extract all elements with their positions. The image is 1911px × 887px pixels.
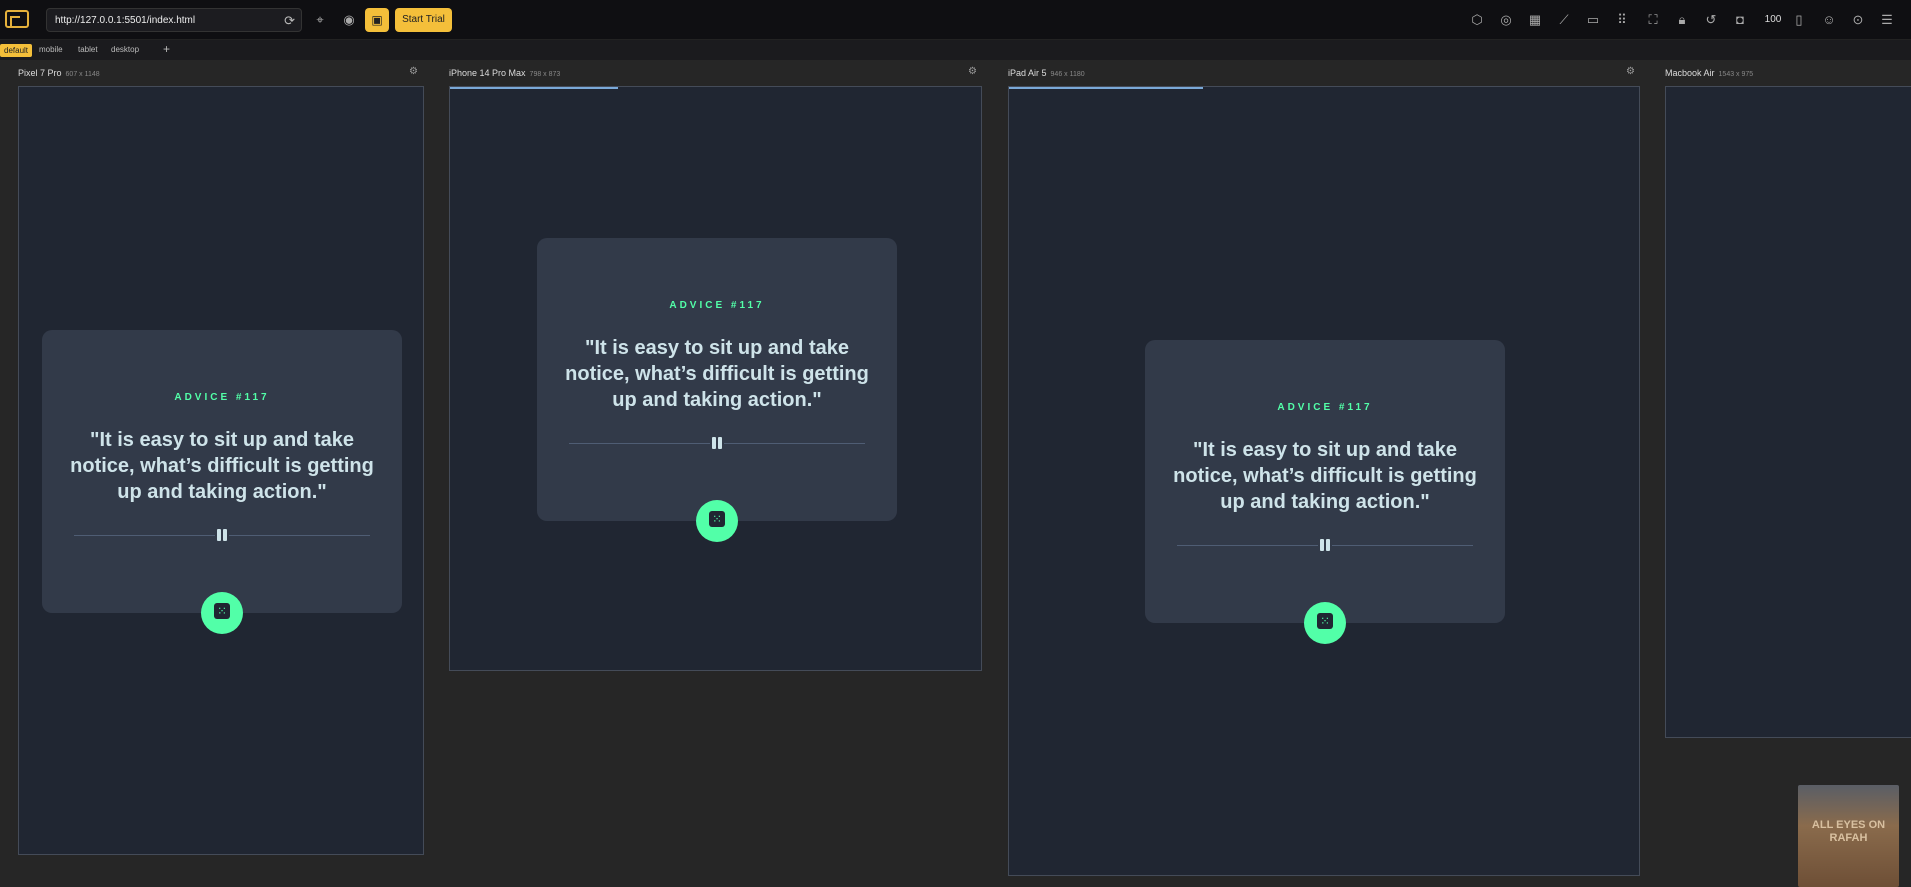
ruler-icon[interactable]: ⟋ bbox=[1556, 12, 1572, 28]
device-title: Macbook Air 1543 x 975 bbox=[1665, 68, 1753, 78]
device-mode-icon[interactable]: ▣ bbox=[365, 8, 389, 32]
gear-icon[interactable]: ⚙ bbox=[1626, 66, 1635, 77]
inspect-icon[interactable]: ⌖ bbox=[312, 12, 328, 28]
device-dims: 946 x 1180 bbox=[1050, 71, 1085, 78]
device-title: Pixel 7 Pro 607 x 1148 bbox=[18, 68, 100, 78]
menu-icon[interactable]: ☰ bbox=[1879, 12, 1895, 28]
gear-icon[interactable]: ⚙ bbox=[968, 66, 977, 77]
microphone-icon[interactable]: ◉ bbox=[341, 12, 357, 28]
discord-icon[interactable]: ☺ bbox=[1821, 12, 1837, 28]
gear-icon[interactable]: ⚙ bbox=[409, 66, 418, 77]
device-frame: ADVICE #117 "It is easy to sit up and ta… bbox=[18, 86, 424, 855]
device-name: iPad Air 5 bbox=[1008, 68, 1047, 78]
app-logo-icon[interactable] bbox=[5, 10, 29, 28]
loading-bar bbox=[1009, 87, 1203, 89]
layers-icon[interactable]: ◎ bbox=[1498, 12, 1514, 28]
device-dims: 798 x 873 bbox=[529, 71, 561, 78]
tabs-bar: default mobile tablet desktop + bbox=[0, 40, 1911, 60]
refresh-icon[interactable]: ⟳ bbox=[284, 13, 295, 29]
advice-quote: "It is easy to sit up and take notice, w… bbox=[1173, 439, 1477, 513]
rectangle-icon[interactable]: ▭ bbox=[1585, 12, 1601, 28]
tab-desktop[interactable]: desktop bbox=[111, 45, 139, 54]
lock-icon[interactable]: 🔒︎ bbox=[1674, 12, 1690, 28]
advice-card: ADVICE #117 "It is easy to sit up and ta… bbox=[1145, 340, 1505, 644]
advice-quote: "It is easy to sit up and take notice, w… bbox=[565, 337, 869, 411]
mobile-device-icon[interactable]: ▯ bbox=[1791, 12, 1807, 28]
advice-card: ADVICE #117 "It is easy to sit up and ta… bbox=[537, 238, 897, 542]
toolbar: http://127.0.0.1:5501/index.html ⟳ ⌖ ◉ ▣… bbox=[0, 0, 1911, 40]
device-dims: 1543 x 975 bbox=[1718, 71, 1754, 78]
screenshot-icon[interactable]: ⛶ bbox=[1645, 12, 1661, 28]
device-dims: 607 x 1148 bbox=[65, 71, 100, 78]
video-thumbnail[interactable]: ALL EYES ON RAFAH bbox=[1798, 785, 1899, 887]
zoom-level[interactable]: 100 bbox=[1762, 12, 1784, 28]
device-frame: ADVICE #117 "It is easy to sit up and ta… bbox=[1008, 86, 1640, 876]
grid-icon[interactable]: ▦ bbox=[1527, 12, 1543, 28]
advice-quote: "It is easy to sit up and take notice, w… bbox=[70, 429, 374, 503]
tab-tablet[interactable]: tablet bbox=[78, 45, 98, 54]
pause-divider-icon bbox=[1318, 539, 1332, 551]
advice-number: ADVICE #117 bbox=[1277, 402, 1373, 413]
device-name: Macbook Air bbox=[1665, 68, 1715, 78]
pause-divider-icon bbox=[215, 529, 229, 541]
url-text: http://127.0.0.1:5501/index.html bbox=[55, 15, 196, 26]
advice-number: ADVICE #117 bbox=[174, 392, 270, 403]
device-title: iPhone 14 Pro Max 798 x 873 bbox=[449, 68, 560, 78]
rotate-icon[interactable]: ↺ bbox=[1703, 12, 1719, 28]
device-frame: ADVICE #117 "It is easy to sit up and ta… bbox=[449, 86, 982, 671]
pause-divider-icon bbox=[710, 437, 724, 449]
device-frame bbox=[1665, 86, 1911, 738]
device-name: Pixel 7 Pro bbox=[18, 68, 62, 78]
loading-bar bbox=[450, 87, 618, 89]
play-icon[interactable]: ⊙ bbox=[1850, 12, 1866, 28]
device-name: iPhone 14 Pro Max bbox=[449, 68, 526, 78]
advice-card: ADVICE #117 "It is easy to sit up and ta… bbox=[42, 330, 402, 634]
start-trial-button[interactable]: Start Trial bbox=[395, 8, 452, 32]
advice-number: ADVICE #117 bbox=[669, 300, 765, 311]
tab-mobile[interactable]: mobile bbox=[39, 45, 63, 54]
camera-icon[interactable]: ◘ bbox=[1732, 12, 1748, 28]
tab-default[interactable]: default bbox=[0, 44, 33, 57]
dots-grid-icon[interactable]: ⠿ bbox=[1614, 12, 1630, 28]
cube-icon[interactable]: ⬡ bbox=[1469, 12, 1485, 28]
device-title: iPad Air 5 946 x 1180 bbox=[1008, 68, 1085, 78]
thumbnail-text: ALL EYES ON RAFAH bbox=[1811, 819, 1886, 844]
dice-button[interactable] bbox=[1304, 602, 1346, 644]
url-input[interactable]: http://127.0.0.1:5501/index.html ⟳ bbox=[46, 8, 302, 32]
dice-button[interactable] bbox=[696, 500, 738, 542]
dice-button[interactable] bbox=[201, 592, 243, 634]
add-tab-button[interactable]: + bbox=[163, 42, 170, 56]
